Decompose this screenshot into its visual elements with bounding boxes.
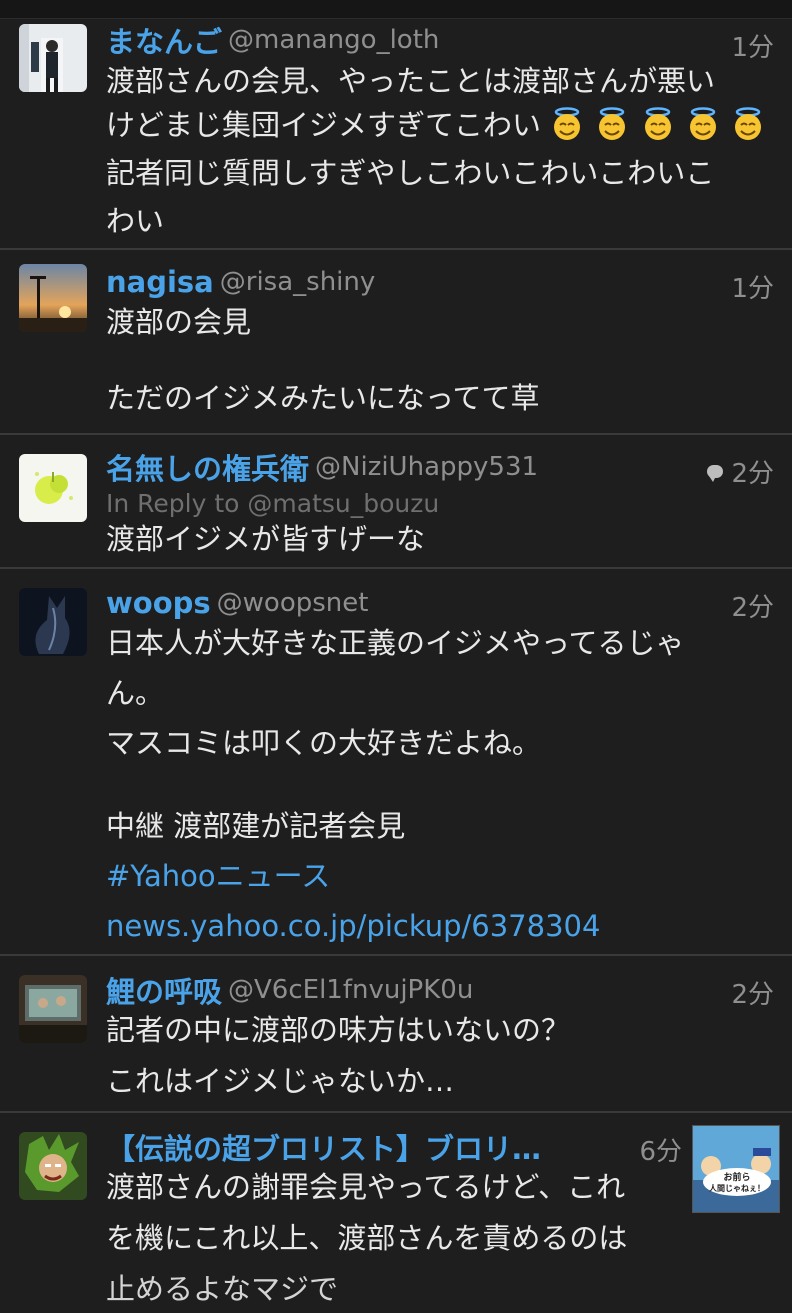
tweet[interactable]: nagisa @risa_shiny 1分 渡部の会見 ただのイジメみたいになっ… (0, 250, 792, 435)
avatar[interactable] (19, 588, 87, 656)
smiling-face-with-halo-icon (554, 107, 581, 140)
smiling-face-with-halo-icon (644, 107, 671, 140)
status-bar (0, 0, 792, 19)
tweet[interactable]: woops @woopsnet 2分 日本人が大好きな正義のイジメやってるじゃ … (0, 569, 792, 956)
tweet-text: けどまじ集団イジメすぎてこわい (106, 108, 542, 142)
tweet-text: 渡部さんの謝罪会見やってるけど、これ (106, 1170, 626, 1204)
timestamp: 1分 (731, 274, 774, 304)
tweet-text: ただのイジメみたいになってて草 (106, 381, 540, 415)
avatar[interactable] (19, 454, 87, 522)
timestamp: 6分 (639, 1137, 682, 1167)
avatar[interactable] (19, 264, 87, 332)
tweet-text: 渡部の会見 (106, 305, 252, 339)
timestamp-text: 2分 (731, 459, 774, 489)
tweet-text: 日本人が大好きな正義のイジメやってるじゃ (106, 626, 685, 660)
user-name[interactable]: 名無しの権兵衛 (106, 446, 309, 488)
tweet-text: 渡部さんの会見、やったことは渡部さんが悪い (106, 64, 716, 98)
thumbnail-caption-line-2: 人間じゃねぇ！ (709, 1183, 765, 1193)
url-link[interactable]: news.yahoo.co.jp/pickup/6378304 (106, 901, 774, 951)
avatar[interactable] (19, 975, 87, 1043)
tweet-text: 記者の中に渡部の味方はいないの？ (106, 1013, 571, 1047)
tweet-text: 記者同じ質問しすぎやしこわいこわいこわいこ (106, 156, 715, 190)
tweet-text: ん。 (106, 676, 165, 710)
timestamp: 2分 (707, 453, 774, 490)
timestamp: 2分 (731, 593, 774, 623)
user-name[interactable]: 鯉の呼吸 (106, 969, 222, 1011)
hashtag-link[interactable]: #Yahooニュース (106, 851, 774, 901)
emoji-row (550, 107, 767, 142)
tweet-text: 中継 渡部建が記者会見 (106, 809, 406, 843)
tweet-text: マスコミは叩くの大好きだよね。 (106, 726, 542, 760)
user-handle[interactable]: @manango_loth (228, 25, 439, 55)
tweet[interactable]: 名無しの権兵衛 @NiziUhappy531 2分 In Reply to @m… (0, 435, 792, 569)
tweet[interactable]: まなんご @manango_loth 1分 渡部さんの会見、やったことは渡部さん… (0, 19, 792, 250)
tweet-text: わい (106, 204, 165, 238)
reply-bubble-icon (707, 465, 724, 482)
smiling-face-with-halo-icon (599, 107, 626, 140)
user-handle[interactable]: @NiziUhappy531 (315, 452, 538, 482)
tweet-text: これはイジメじゃないか… (106, 1064, 455, 1098)
timestamp: 2分 (731, 980, 774, 1010)
tweet-text: を機にこれ以上、渡部さんを責めるのは (106, 1221, 628, 1255)
user-name[interactable]: nagisa (106, 265, 214, 299)
tweet-text: 止めるよなマジで (106, 1272, 339, 1306)
thumbnail-caption-line-1: お前ら (723, 1171, 750, 1183)
smiling-face-with-halo-icon (735, 107, 762, 140)
tweet[interactable]: 鯉の呼吸 @V6cEl1fnvujPK0u 2分 記者の中に渡部の味方はいないの… (0, 956, 792, 1113)
in-reply-to[interactable]: In Reply to @matsu_bouzu (106, 489, 774, 519)
timestamp: 1分 (731, 33, 774, 63)
user-name[interactable]: woops (106, 586, 211, 620)
user-handle[interactable]: @woopsnet (217, 588, 369, 618)
media-thumbnail[interactable]: お前ら 人間じゃねぇ！ (692, 1125, 780, 1213)
smiling-face-with-halo-icon (689, 107, 716, 140)
user-name[interactable]: まなんご (106, 19, 222, 61)
user-name[interactable]: 【伝説の超ブロリスト】ブロリ… (106, 1126, 541, 1168)
avatar[interactable] (19, 24, 87, 92)
tweet-text: 渡部イジメが皆すげーな (106, 522, 426, 556)
user-handle[interactable]: @V6cEl1fnvujPK0u (228, 975, 473, 1005)
avatar[interactable] (19, 1132, 87, 1200)
user-handle[interactable]: @risa_shiny (220, 267, 376, 297)
tweet[interactable]: 【伝説の超ブロリスト】ブロリ… 6分 渡部さんの謝罪会見やってるけど、これ を機… (0, 1113, 792, 1306)
